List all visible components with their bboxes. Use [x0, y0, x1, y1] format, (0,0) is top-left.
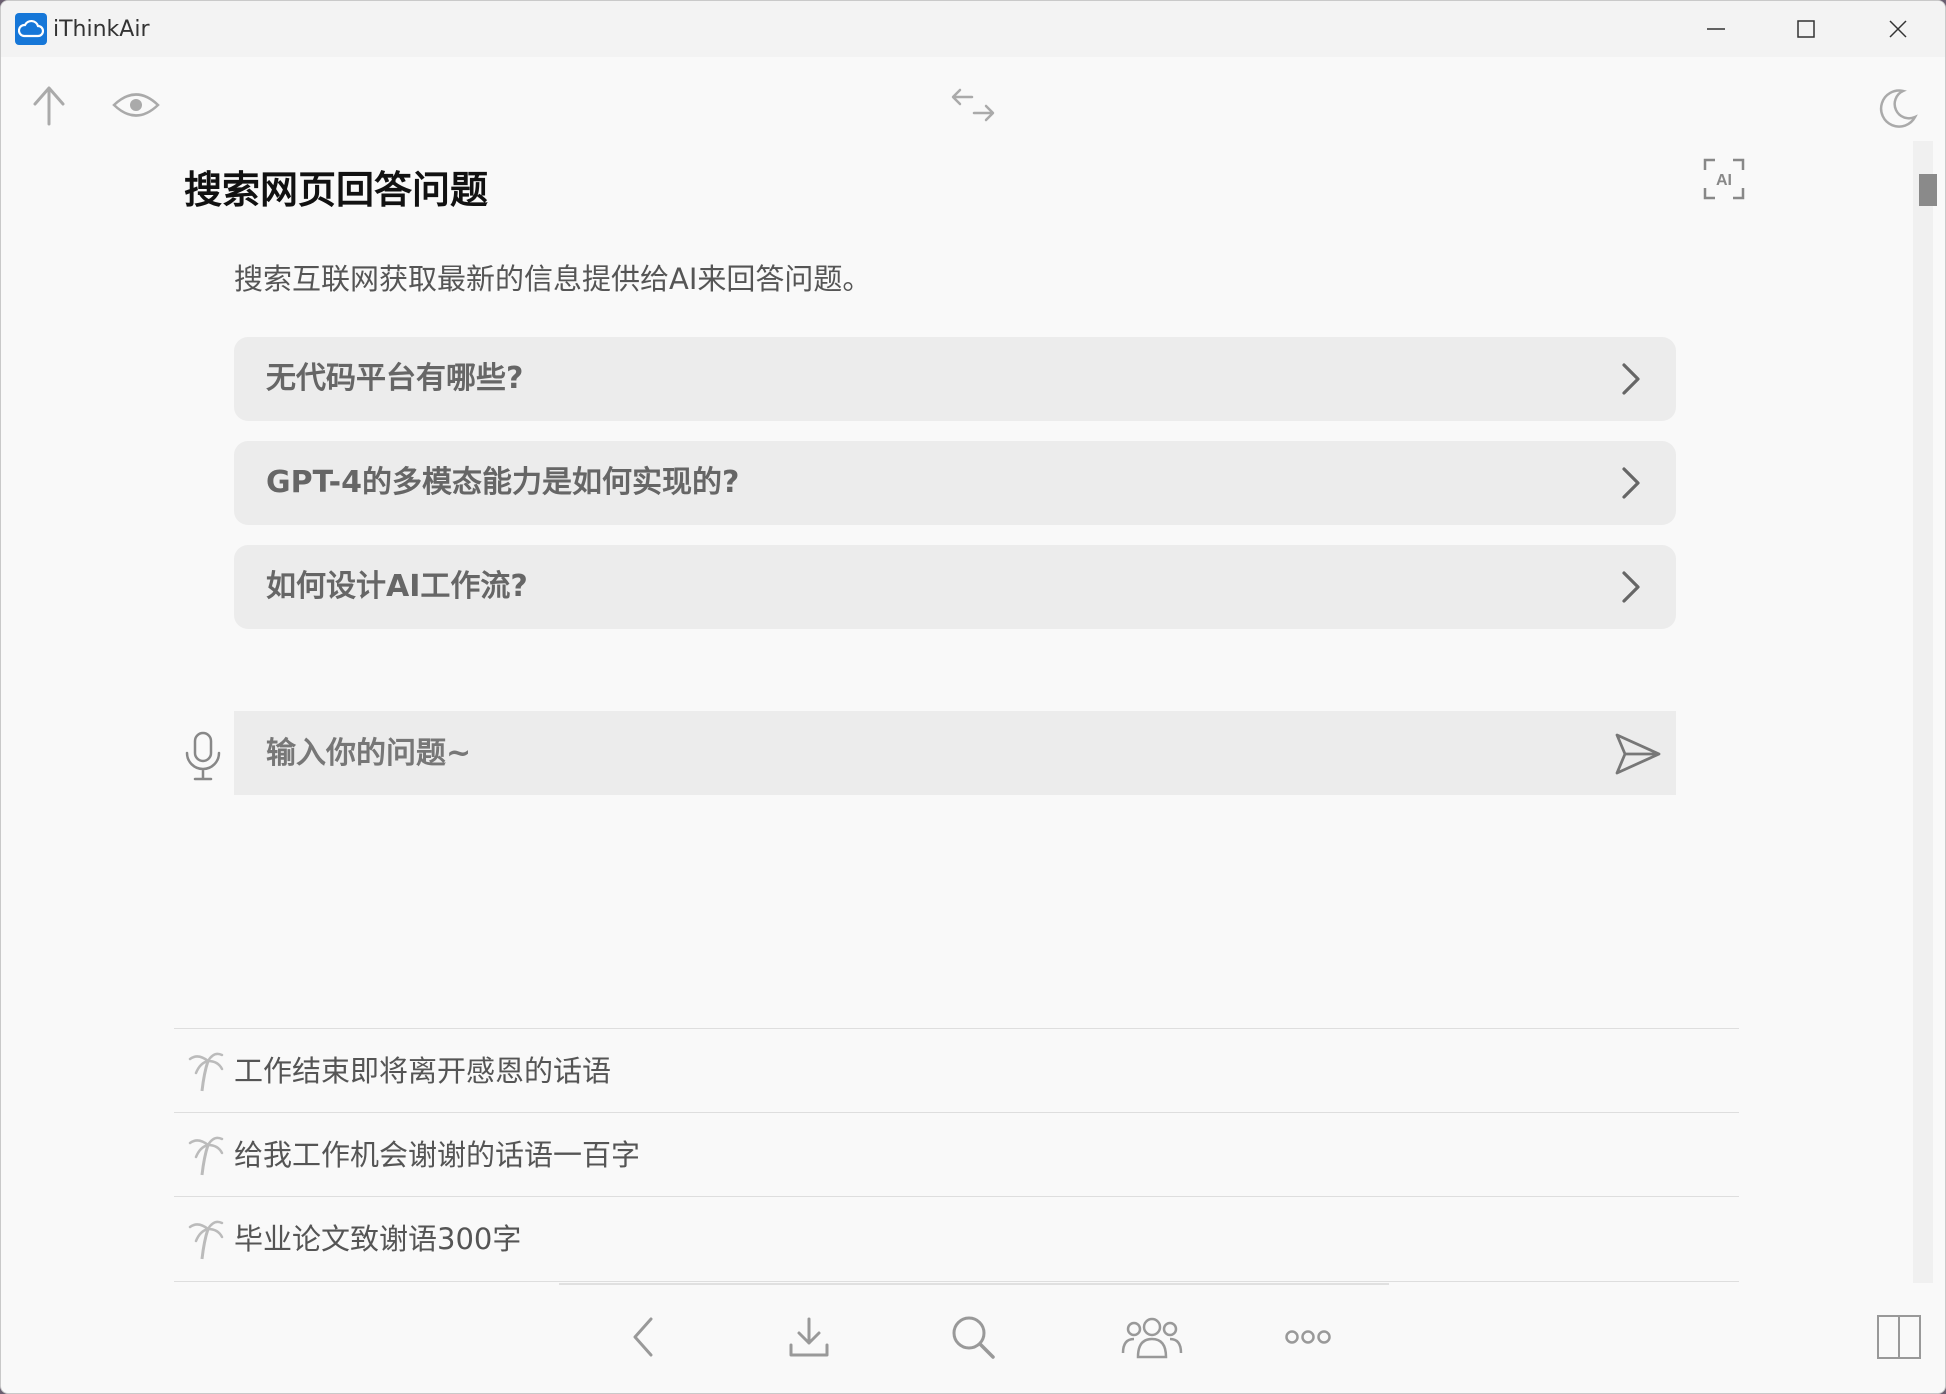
suggestion-item[interactable]: 如何设计AI工作流?: [234, 545, 1676, 629]
history-item[interactable]: 毕业论文致谢语300字: [174, 1196, 1739, 1282]
swap-icon[interactable]: [947, 85, 999, 125]
chevron-right-icon: [1612, 361, 1648, 397]
divider: [559, 1283, 1389, 1285]
suggestion-label: 如何设计AI工作流?: [266, 569, 528, 604]
chevron-right-icon: [1612, 465, 1648, 501]
download-icon[interactable]: [779, 1307, 839, 1367]
history-item[interactable]: 给我工作机会谢谢的话语一百字: [174, 1112, 1739, 1197]
app-window: iThinkAir 搜索网页回答问题 AI 搜索互联网获取最新的信息提供给AI来…: [0, 0, 1946, 1394]
ai-scan-icon[interactable]: AI: [1701, 156, 1747, 202]
back-icon[interactable]: [615, 1307, 675, 1367]
chevron-right-icon: [1612, 569, 1648, 605]
bottom-nav: [1, 1295, 1945, 1385]
history-label: 工作结束即将离开感恩的话语: [234, 1054, 612, 1088]
page-subtitle: 搜索互联网获取最新的信息提供给AI来回答问题。: [234, 262, 872, 296]
minimize-button[interactable]: [1671, 1, 1761, 57]
moon-icon[interactable]: [1873, 85, 1921, 133]
split-view-icon[interactable]: [1869, 1307, 1929, 1367]
send-icon[interactable]: [1613, 729, 1663, 779]
suggestion-label: GPT-4的多模态能力是如何实现的?: [266, 465, 740, 500]
palm-tree-icon: [188, 1049, 224, 1093]
microphone-icon[interactable]: [181, 731, 225, 781]
scrollbar-track[interactable]: [1913, 141, 1933, 1283]
svg-text:AI: AI: [1716, 172, 1732, 189]
page-title: 搜索网页回答问题: [184, 168, 489, 212]
history-label: 毕业论文致谢语300字: [234, 1222, 522, 1256]
group-icon[interactable]: [1119, 1307, 1185, 1367]
search-icon[interactable]: [943, 1307, 1003, 1367]
suggestion-label: 无代码平台有哪些?: [266, 361, 524, 396]
history-label: 给我工作机会谢谢的话语一百字: [234, 1138, 641, 1172]
scrollbar-thumb[interactable]: [1919, 174, 1937, 206]
eye-icon[interactable]: [109, 85, 163, 125]
upload-icon[interactable]: [25, 81, 73, 129]
maximize-button[interactable]: [1761, 1, 1851, 57]
palm-tree-icon: [188, 1133, 224, 1177]
app-logo-icon: [15, 13, 47, 45]
title-bar: iThinkAir: [1, 1, 1945, 57]
palm-tree-icon: [188, 1217, 224, 1261]
suggestion-item[interactable]: GPT-4的多模态能力是如何实现的?: [234, 441, 1676, 525]
window-title: iThinkAir: [53, 16, 150, 42]
question-input[interactable]: [234, 711, 1676, 795]
close-button[interactable]: [1853, 1, 1943, 57]
suggestion-item[interactable]: 无代码平台有哪些?: [234, 337, 1676, 421]
more-icon[interactable]: [1275, 1307, 1341, 1367]
history-item[interactable]: 工作结束即将离开感恩的话语: [174, 1028, 1739, 1113]
